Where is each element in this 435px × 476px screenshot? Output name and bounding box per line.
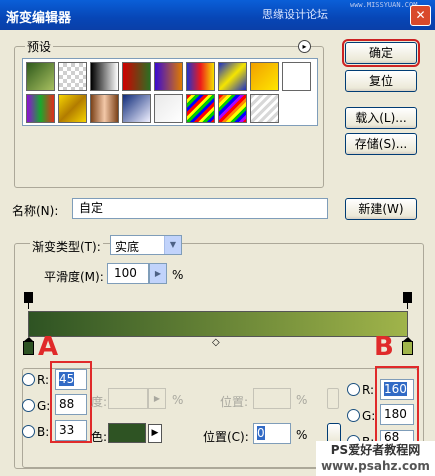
- location-label: 位置(C):: [203, 430, 249, 444]
- preset-swatch[interactable]: [186, 94, 215, 123]
- opacity-stop-right[interactable]: [403, 292, 412, 303]
- smoothness-input[interactable]: 100: [107, 263, 149, 284]
- smoothness-stepper[interactable]: ▶: [149, 263, 167, 284]
- preset-swatch[interactable]: [186, 62, 215, 91]
- preset-swatch[interactable]: [58, 94, 87, 123]
- opacity-input: [108, 388, 148, 409]
- preset-swatch[interactable]: [250, 62, 279, 91]
- preset-swatch[interactable]: [218, 62, 247, 91]
- reset-button[interactable]: 复位: [345, 70, 417, 92]
- opacity-delete-button: [327, 388, 339, 409]
- opacity-stop-right-stem: [407, 303, 408, 309]
- r-radio-left[interactable]: [22, 373, 35, 386]
- b-input-left[interactable]: 33: [55, 420, 87, 441]
- opacity-location-input: [253, 388, 291, 409]
- gradient-preview-bar[interactable]: [28, 311, 408, 337]
- r-label-left: R:: [37, 373, 50, 387]
- color-stop-right-arrow: [402, 337, 413, 342]
- r-value-left: 45: [59, 372, 75, 386]
- watermark-url: www.MISSYUAN.COM: [350, 1, 418, 9]
- location-value: 0: [257, 426, 265, 440]
- preset-swatch[interactable]: [122, 62, 151, 91]
- r-radio-right[interactable]: [347, 383, 360, 396]
- color-stop-right[interactable]: [402, 341, 413, 355]
- g-input-left[interactable]: 88: [55, 394, 87, 415]
- b-radio-left[interactable]: [22, 425, 35, 438]
- preset-swatch[interactable]: [218, 94, 247, 123]
- ok-button[interactable]: 确定: [342, 39, 420, 67]
- footer-site-url: www.psahz.com: [321, 459, 430, 473]
- preset-swatch[interactable]: [90, 62, 119, 91]
- r-value-right: 160: [384, 382, 407, 396]
- color-swatch[interactable]: [108, 423, 146, 443]
- opacity-stop-left[interactable]: [24, 292, 33, 303]
- preset-swatch[interactable]: [90, 94, 119, 123]
- presets-label: 预设: [25, 38, 54, 55]
- close-button[interactable]: ✕: [410, 5, 431, 26]
- name-label: 名称(N):: [12, 204, 59, 218]
- opacity-percent: %: [172, 393, 184, 407]
- new-button[interactable]: 新建(W): [345, 198, 417, 220]
- r-input-left[interactable]: 45: [55, 369, 87, 390]
- opacity-location-label: 位置:: [220, 395, 249, 409]
- name-input[interactable]: 自定: [72, 198, 328, 219]
- presets-menu-icon[interactable]: ▸: [298, 40, 311, 53]
- preset-swatch[interactable]: [58, 62, 87, 91]
- load-button[interactable]: 载入(L)...: [345, 107, 417, 129]
- color-stop-left-arrow: [23, 337, 34, 342]
- preset-swatch[interactable]: [250, 94, 279, 123]
- g-input-right[interactable]: 180: [380, 404, 414, 425]
- title-bar: 渐变编辑器 思缘设计论坛 www.MISSYUAN.COM ✕: [0, 0, 435, 30]
- preset-swatch[interactable]: [122, 94, 151, 123]
- location-input[interactable]: 0: [253, 423, 291, 444]
- window-title: 渐变编辑器: [6, 11, 72, 26]
- color-menu-arrow-icon[interactable]: ▶: [148, 424, 162, 443]
- watermark: 思缘设计论坛: [262, 8, 328, 21]
- footer-watermark: PS爱好者教程网 www.psahz.com: [316, 441, 435, 476]
- smoothness-label: 平滑度(M):: [44, 270, 104, 284]
- b-label-left: B:: [37, 425, 50, 439]
- gradient-type-label: 渐变类型(T):: [30, 238, 103, 255]
- opacity-stepper: ▶: [148, 388, 166, 409]
- gradient-type-select[interactable]: 实底 ▼: [110, 235, 182, 255]
- location-percent: %: [296, 428, 308, 442]
- chevron-down-icon: ▼: [164, 236, 181, 254]
- annotation-a: A: [38, 332, 59, 362]
- g-label-left: G:: [37, 399, 51, 413]
- color-label: 色:: [91, 430, 108, 444]
- smoothness-percent: %: [172, 268, 184, 282]
- r-label-right: R:: [362, 383, 375, 397]
- preset-swatch[interactable]: [26, 62, 55, 91]
- preset-swatch-grid: [22, 58, 318, 126]
- r-input-right[interactable]: 160: [380, 379, 414, 400]
- save-button[interactable]: 存储(S)...: [345, 133, 417, 155]
- opacity-label: 度:: [91, 395, 108, 409]
- preset-swatch[interactable]: [154, 62, 183, 91]
- g-label-right: G:: [362, 409, 376, 423]
- preset-swatch[interactable]: [26, 94, 55, 123]
- color-stop-left[interactable]: [23, 341, 34, 355]
- preset-swatch[interactable]: [282, 62, 311, 91]
- footer-site-name: PS爱好者教程网: [330, 443, 421, 457]
- gradient-type-value: 实底: [115, 240, 140, 254]
- annotation-b: B: [374, 332, 394, 362]
- g-radio-right[interactable]: [347, 409, 360, 422]
- opacity-stop-left-stem: [28, 303, 29, 309]
- g-radio-left[interactable]: [22, 399, 35, 412]
- preset-swatch[interactable]: [154, 94, 183, 123]
- opacity-location-percent: %: [296, 393, 308, 407]
- midpoint-diamond[interactable]: ◇: [212, 337, 220, 348]
